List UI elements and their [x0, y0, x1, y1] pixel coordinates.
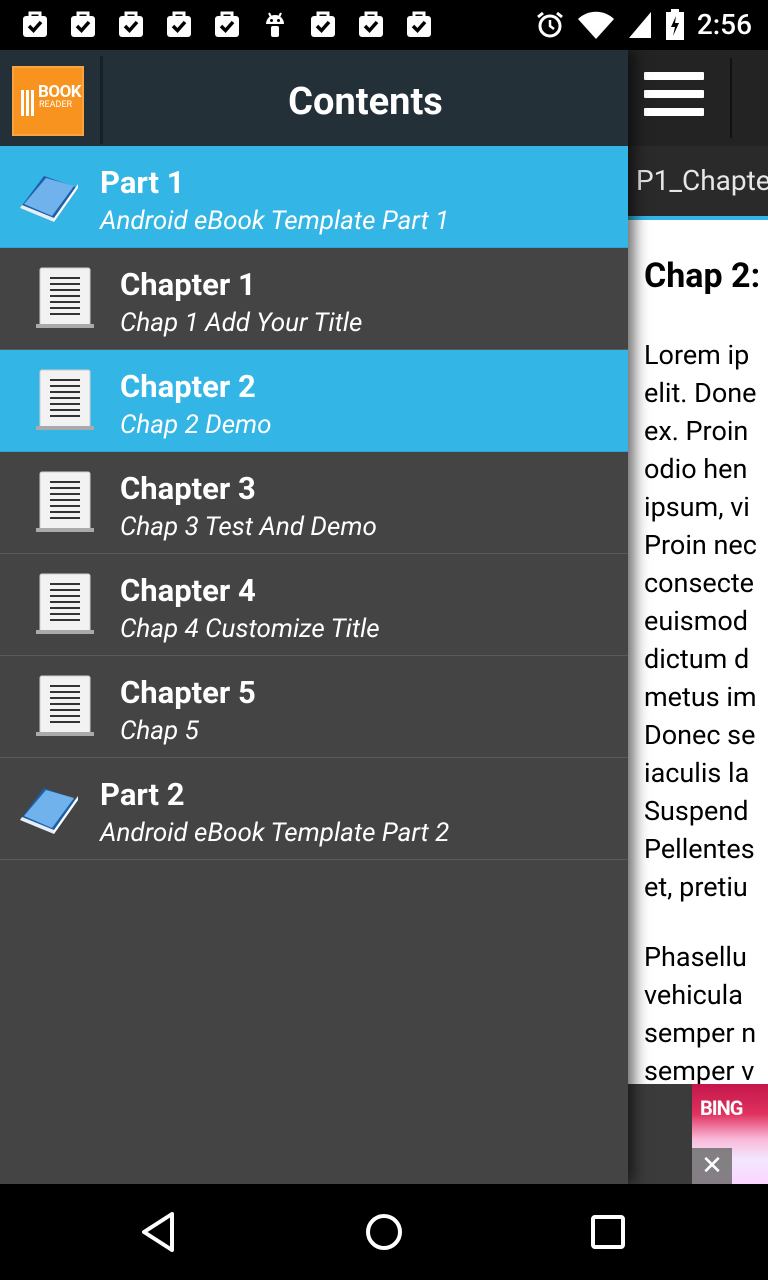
app-logo[interactable]: BOOK READER: [12, 66, 84, 136]
reader-toolbar: [628, 50, 768, 146]
text-line: Suspend: [644, 795, 749, 827]
cell-signal-icon: [628, 11, 651, 38]
text-line: iaculis la: [644, 757, 750, 789]
text-line: Lorem ip: [644, 339, 750, 371]
home-icon[interactable]: [360, 1208, 408, 1256]
text-line: et, pretiu: [644, 871, 748, 903]
text-line: elit. Done: [644, 377, 757, 409]
clock: 2:56: [696, 8, 752, 41]
chapter-heading: Chap 2:: [644, 256, 761, 296]
toolbar-divider: [730, 58, 732, 138]
text-line: dictum d: [644, 643, 750, 675]
toc-item-subtitle: Chap 4 Customize Title: [120, 614, 380, 644]
text-line: semper n: [644, 1017, 757, 1049]
toc-chapter-5[interactable]: Chapter 5 Chap 5: [0, 656, 628, 758]
checked-bag-icon: [215, 11, 239, 37]
checked-bag-icon: [23, 11, 47, 37]
text-line: odio hen: [644, 453, 748, 485]
toc-part-2[interactable]: Part 2 Android eBook Template Part 2: [0, 758, 628, 860]
navigation-drawer: BOOK READER Contents Part 1 Android eBoo…: [0, 50, 628, 1184]
alarm-icon: [536, 11, 563, 37]
toc-item-subtitle: Chap 2 Demo: [120, 410, 272, 440]
reader-content: Chap 2: Lorem ip elit. Done ex. Proin od…: [644, 256, 768, 1122]
ad-close-button[interactable]: ✕: [692, 1148, 732, 1184]
status-bar: 2:56: [0, 0, 768, 50]
toc-item-subtitle: Chap 5: [120, 716, 199, 746]
drawer-title: Contents: [288, 80, 443, 124]
checked-bag-icon: [167, 11, 191, 37]
battery-charging-icon: [665, 8, 684, 40]
text-line: Donec se: [644, 719, 756, 751]
toc-chapter-1[interactable]: Chapter 1 Chap 1 Add Your Title: [0, 248, 628, 350]
toc-item-subtitle: Android eBook Template Part 2: [100, 818, 450, 848]
table-of-contents: Part 1 Android eBook Template Part 1 Cha…: [0, 146, 628, 860]
document-icon: [36, 675, 94, 736]
toc-item-title: Part 2: [100, 776, 185, 813]
text-line: metus im: [644, 681, 757, 713]
text-line: euismod: [644, 605, 749, 637]
checked-bag-icon: [359, 11, 383, 37]
toc-item-title: Chapter 2: [120, 368, 256, 405]
checked-bag-icon: [407, 11, 431, 37]
wifi-icon: [577, 11, 614, 39]
chapter-tab[interactable]: P1_Chapte: [628, 146, 768, 220]
book-icon: [20, 788, 78, 834]
system-navigation-bar: [0, 1184, 768, 1280]
chapter-tab-label: P1_Chapte: [636, 164, 768, 197]
text-line: vehicula: [644, 979, 743, 1011]
logo-subtext: READER: [39, 100, 73, 110]
drawer-header: BOOK READER Contents: [0, 50, 628, 146]
notification-icons: [20, 9, 434, 39]
checked-bag-icon: [119, 11, 143, 37]
checked-bag-icon: [71, 11, 95, 37]
toc-item-title: Chapter 5: [120, 674, 256, 711]
reader-panel: P1_Chapte Chap 2: Lorem ip elit. Done ex…: [628, 50, 768, 1184]
text-line: ipsum, vi: [644, 491, 750, 523]
text-line: consecte: [644, 567, 754, 599]
menu-icon[interactable]: [644, 72, 704, 124]
text-line: Proin nec: [644, 529, 757, 561]
paragraph-1: Lorem ip elit. Done ex. Proin odio hen i…: [644, 336, 768, 906]
toc-part-1[interactable]: Part 1 Android eBook Template Part 1: [0, 146, 628, 248]
toc-item-title: Part 1: [100, 164, 185, 201]
document-icon: [36, 369, 94, 430]
checked-bag-icon: [311, 11, 335, 37]
toc-item-title: Chapter 1: [120, 266, 256, 303]
text-line: Phasellu: [644, 941, 747, 973]
document-icon: [36, 573, 94, 634]
status-indicators: 2:56: [535, 8, 752, 41]
document-icon: [36, 471, 94, 532]
android-icon: [266, 12, 284, 37]
ad-banner[interactable]: BING ✕: [628, 1084, 768, 1184]
toc-chapter-2[interactable]: Chapter 2 Chap 2 Demo: [0, 350, 628, 452]
toc-item-subtitle: Chap 1 Add Your Title: [120, 308, 363, 338]
toc-item-title: Chapter 4: [120, 572, 256, 609]
toc-item-subtitle: Chap 3 Test And Demo: [120, 512, 377, 542]
toc-item-subtitle: Android eBook Template Part 1: [100, 206, 450, 236]
back-icon[interactable]: [136, 1208, 184, 1256]
text-line: Pellentes: [644, 833, 755, 865]
toc-chapter-4[interactable]: Chapter 4 Chap 4 Customize Title: [0, 554, 628, 656]
recents-icon[interactable]: [584, 1208, 632, 1256]
ad-logo: BING: [700, 1096, 743, 1120]
paragraph-2: Phasellu vehicula semper n semper v: [644, 938, 768, 1090]
toc-chapter-3[interactable]: Chapter 3 Chap 3 Test And Demo: [0, 452, 628, 554]
logo-text: BOOK: [38, 82, 82, 102]
toc-item-title: Chapter 3: [120, 470, 256, 507]
text-line: ex. Proin: [644, 415, 749, 447]
document-icon: [36, 267, 94, 328]
book-icon: [20, 176, 78, 222]
